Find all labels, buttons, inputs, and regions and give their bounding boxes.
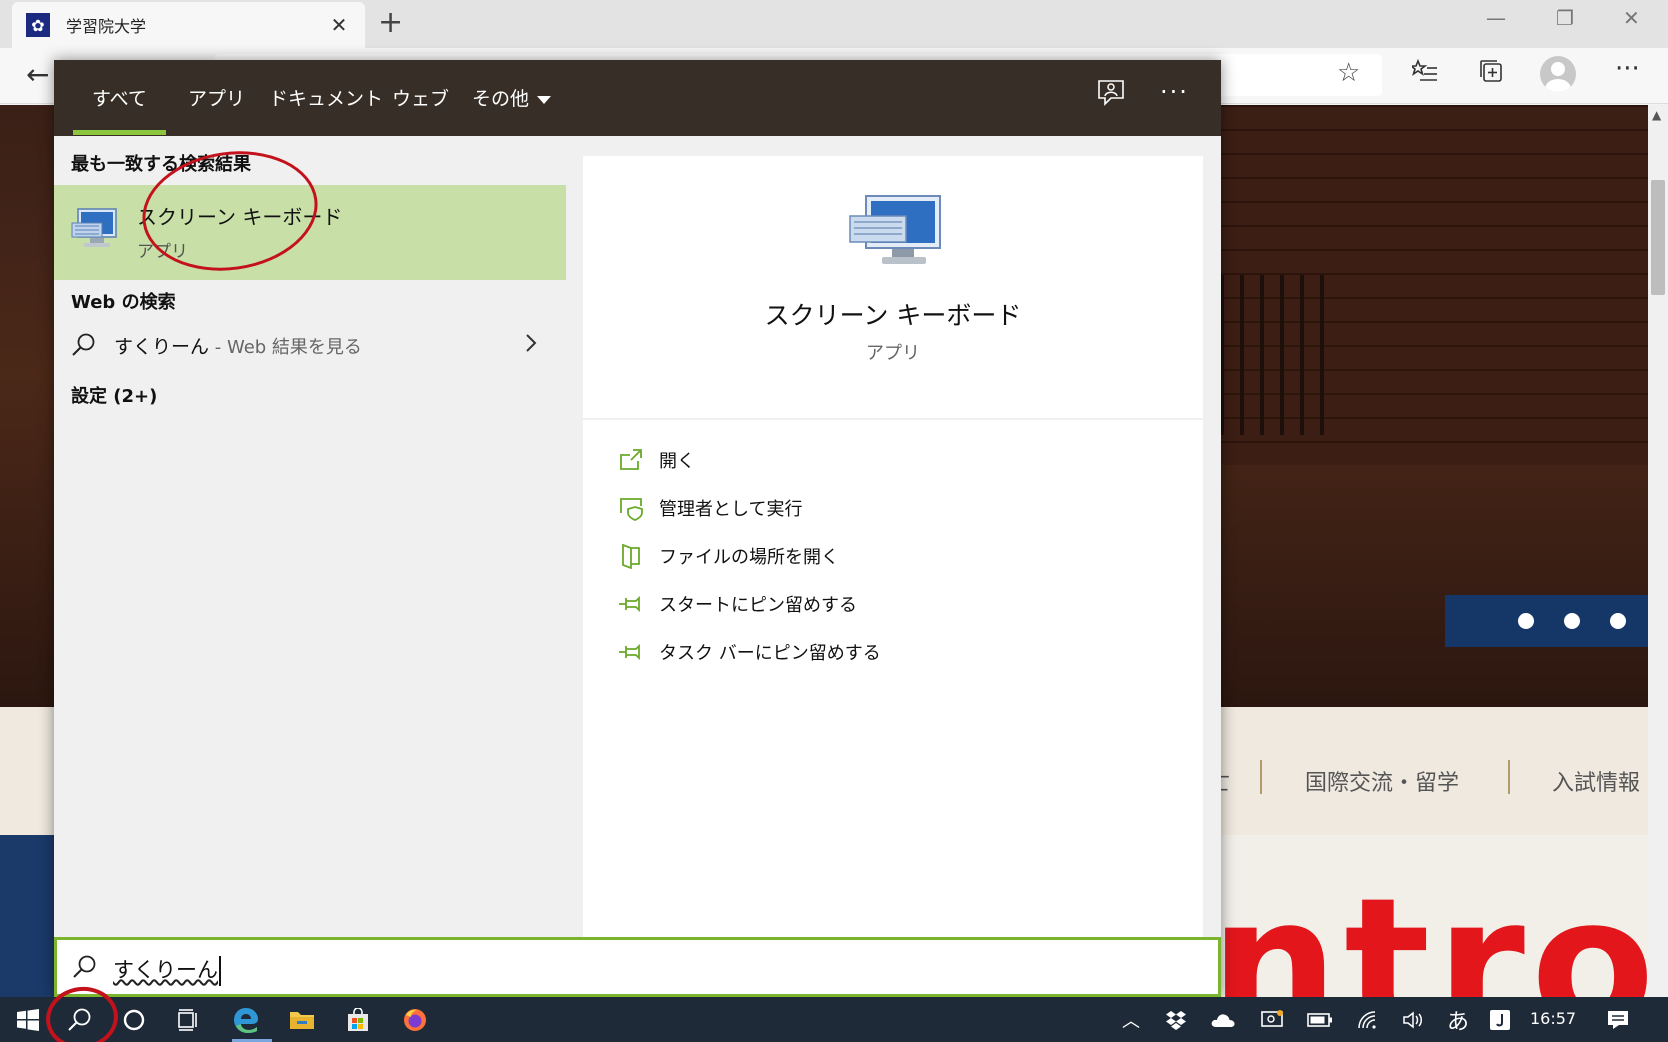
result-detail-pane: スクリーン キーボード アプリ 開く 管理者として実行 ファイルの場所を開く ス… <box>583 156 1203 941</box>
folder-icon <box>290 1011 314 1029</box>
tab-apps[interactable]: アプリ <box>188 84 245 111</box>
web-result-suffix: - Web 結果を見る <box>209 337 362 358</box>
nav-item-admissions[interactable]: 入試情報 <box>1552 765 1640 797</box>
search-input-value: すくりーん <box>113 958 218 982</box>
dropdown-caret-icon <box>537 95 552 104</box>
restore-icon[interactable]: ❐ <box>1556 6 1574 30</box>
task-view-button[interactable] <box>160 997 216 1042</box>
nav-separator <box>1260 760 1262 794</box>
action-pin-to-taskbar[interactable]: タスク バーにピン留めする <box>618 637 1178 667</box>
run-as-admin-icon <box>620 498 643 521</box>
detail-subtitle: アプリ <box>866 343 920 364</box>
battery-icon[interactable] <box>1305 997 1335 1042</box>
action-pin-to-start-label: スタートにピン留めする <box>659 595 857 616</box>
on-screen-keyboard-large-icon <box>849 195 941 264</box>
window-close-icon[interactable]: ✕ <box>1623 6 1640 30</box>
collections-icon[interactable] <box>1478 58 1504 90</box>
open-icon <box>620 449 642 470</box>
dropbox-icon[interactable] <box>1161 997 1191 1042</box>
settings-heading[interactable]: 設定 (2+) <box>71 382 157 408</box>
volume-icon[interactable] <box>1399 997 1429 1042</box>
firefox-icon <box>404 1008 426 1031</box>
chevron-right-icon[interactable] <box>524 332 538 354</box>
new-tab-button[interactable]: + <box>378 6 403 40</box>
profile-avatar-icon[interactable] <box>1540 56 1576 92</box>
search-results-list: 最も一致する検索結果 スクリーン キーボード アプリ Web の検索 すくりーん… <box>54 136 566 997</box>
tab-documents[interactable]: ドキュメント <box>269 84 383 111</box>
settings-more-icon[interactable]: ··· <box>1615 54 1640 84</box>
active-tab-indicator <box>73 130 166 135</box>
tab-all[interactable]: すべて <box>92 84 147 111</box>
favorites-list-icon[interactable] <box>1408 58 1438 90</box>
carousel-dot[interactable] <box>1564 613 1580 629</box>
action-pin-to-start[interactable]: スタートにピン留めする <box>618 589 1178 619</box>
tab-title: 学習院大学 <box>66 17 147 36</box>
action-open-label: 開く <box>659 451 695 472</box>
search-icon <box>73 955 96 978</box>
taskbar-file-explorer[interactable] <box>274 997 330 1042</box>
favorite-star-icon[interactable]: ☆ <box>1337 58 1360 88</box>
action-run-as-admin-label: 管理者として実行 <box>659 499 803 520</box>
search-input-box[interactable]: すくりーん <box>54 937 1221 997</box>
action-open[interactable]: 開く <box>618 445 1178 475</box>
on-screen-keyboard-icon <box>71 208 117 247</box>
tab-more-label: その他 <box>472 88 530 110</box>
scrollbar-thumb[interactable] <box>1651 180 1665 295</box>
nav-item-international[interactable]: 国際交流・留学 <box>1305 765 1459 797</box>
onedrive-cloud-icon[interactable] <box>1208 997 1238 1042</box>
web-result-label: すくりーん - Web 結果を見る <box>114 332 362 359</box>
search-input[interactable]: すくりーん <box>113 954 221 986</box>
action-open-file-location[interactable]: ファイルの場所を開く <box>618 541 1178 571</box>
taskbar-clock[interactable]: 16:57 <box>1530 1009 1576 1028</box>
ime-mode-indicator[interactable]: あ <box>1441 997 1475 1042</box>
tray-overflow-chevron-icon[interactable]: ︿ <box>1116 997 1146 1042</box>
store-bag-icon <box>348 1007 368 1031</box>
feedback-icon[interactable] <box>1096 78 1126 108</box>
file-location-icon <box>622 543 640 569</box>
carousel-dot[interactable] <box>1610 613 1626 629</box>
back-arrow-icon[interactable]: ← <box>26 58 49 91</box>
nav-separator <box>1508 760 1510 794</box>
more-options-icon[interactable]: ··· <box>1160 78 1189 106</box>
carousel-dot[interactable] <box>1518 613 1534 629</box>
action-open-file-location-label: ファイルの場所を開く <box>659 547 839 568</box>
web-query-text: すくりーん <box>114 336 210 358</box>
minimize-icon[interactable]: — <box>1486 6 1506 30</box>
windows-logo-icon <box>17 1008 39 1031</box>
web-search-heading: Web の検索 <box>71 292 176 313</box>
page-lower-left-panel <box>0 835 60 997</box>
carousel-dots <box>1445 595 1648 647</box>
pin-icon <box>619 595 640 613</box>
hero-railing <box>1220 275 1340 435</box>
scroll-up-arrow-icon[interactable]: ▲ <box>1652 108 1661 122</box>
remote-display-icon[interactable] <box>1257 997 1287 1042</box>
detail-title: スクリーン キーボード <box>764 301 1022 330</box>
detail-divider <box>583 418 1203 420</box>
pin-icon <box>619 643 640 661</box>
browser-tab-bar: ✿ 学習院大学 ✕ + — ❐ ✕ <box>0 0 1668 48</box>
action-center-icon[interactable] <box>1603 997 1633 1042</box>
taskbar-firefox[interactable] <box>387 997 443 1042</box>
tab-more-dropdown[interactable]: その他 <box>472 84 552 111</box>
text-cursor <box>219 956 221 986</box>
search-filter-bar: すべて アプリ ドキュメント ウェブ その他 ··· <box>54 60 1221 136</box>
action-pin-to-taskbar-label: タスク バーにピン留めする <box>659 643 881 664</box>
browser-tab[interactable]: ✿ 学習院大学 ✕ <box>12 2 365 48</box>
windows-taskbar: ︿ あ 16:57 <box>0 997 1668 1042</box>
site-favicon-icon: ✿ <box>26 13 50 37</box>
cortana-icon <box>123 1009 145 1030</box>
taskbar-store[interactable] <box>330 997 386 1042</box>
ime-pad-icon[interactable] <box>1485 997 1515 1042</box>
close-tab-icon[interactable]: ✕ <box>327 13 351 37</box>
search-icon <box>72 333 95 356</box>
tab-web[interactable]: ウェブ <box>392 84 449 111</box>
taskbar-edge[interactable] <box>218 997 274 1042</box>
action-run-as-admin[interactable]: 管理者として実行 <box>618 493 1178 523</box>
task-view-icon <box>178 1008 197 1031</box>
edge-browser-icon <box>234 1007 258 1033</box>
hero-heading-text: ntrol <box>1210 860 1648 998</box>
web-search-result[interactable]: すくりーん - Web 結果を見る <box>54 322 566 368</box>
wifi-icon[interactable] <box>1353 997 1383 1042</box>
